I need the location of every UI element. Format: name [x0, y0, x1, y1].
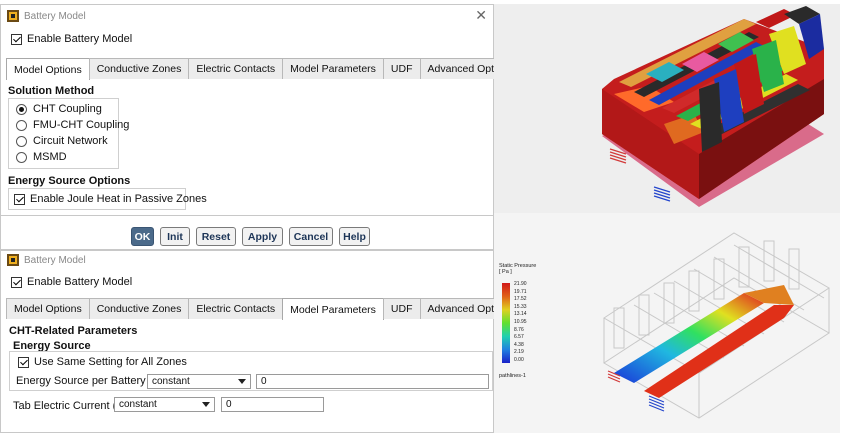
enable-battery-model-label: Enable Battery Model [27, 33, 133, 45]
tab-electric-contacts[interactable]: Electric Contacts [188, 58, 284, 79]
solution-method-heading: Solution Method [8, 85, 95, 97]
energy-per-battery-input[interactable]: 0 [256, 374, 489, 389]
radio-msmd[interactable]: MSMD [16, 151, 67, 163]
dialog-titlebar: Battery Model ✕ [1, 5, 493, 27]
energy-per-battery-label: Energy Source per Battery (W) [16, 375, 167, 387]
reset-button[interactable]: Reset [196, 227, 236, 246]
battery-pack-render [494, 4, 840, 213]
legend-value: 8.76 [514, 326, 524, 333]
radio-icon[interactable] [16, 103, 27, 115]
tab-model-parameters[interactable]: Model Parameters [282, 58, 384, 79]
radio-label: FMU-CHT Coupling [33, 119, 130, 131]
legend-value: 4.38 [514, 341, 524, 348]
pathlines-geometry [494, 213, 840, 433]
same-setting-label: Use Same Setting for All Zones [34, 356, 187, 368]
radio-label: Circuit Network [33, 135, 108, 147]
legend-title: Static Pressure [ Pa ] [499, 263, 536, 275]
checkbox-icon[interactable] [14, 193, 25, 205]
legend-colorbar [502, 283, 510, 363]
enable-battery-model-checkbox[interactable]: Enable Battery Model [11, 33, 132, 45]
same-setting-checkbox[interactable]: Use Same Setting for All Zones [18, 356, 187, 368]
tab-current-label: Tab Electric Current (A) [13, 400, 128, 412]
energy-source-options-heading: Energy Source Options [8, 175, 131, 187]
battery-model-dialog-main: Battery Model ✕ Enable Battery Model Mod… [0, 4, 522, 250]
app-icon [7, 254, 19, 266]
dialog-titlebar: Battery Model [1, 252, 493, 268]
legend-value: 21.90 [514, 281, 527, 287]
tab-model-options[interactable]: Model Options [6, 58, 90, 80]
legend-value: 15.33 [514, 303, 527, 310]
divider [1, 215, 493, 216]
screenshot-root: Battery Model ✕ Enable Battery Model Mod… [0, 0, 841, 435]
tab-udf[interactable]: UDF [382, 58, 421, 79]
cancel-button[interactable]: Cancel [289, 227, 333, 246]
checkbox-icon[interactable] [18, 356, 29, 368]
legend-value: 17.52 [514, 296, 527, 303]
battery-pack-geometry [494, 4, 840, 213]
tab-bar: Model Options Conductive Zones Electric … [6, 58, 522, 80]
radio-label: CHT Coupling [33, 103, 102, 115]
close-icon[interactable]: ✕ [475, 8, 487, 22]
legend-value: 2.19 [514, 349, 524, 356]
radio-label: MSMD [33, 151, 67, 163]
dialog-title: Battery Model [24, 10, 86, 22]
enable-battery-model-checkbox[interactable]: Enable Battery Model [11, 276, 132, 288]
battery-model-dialog-parameters: Battery Model Enable Battery Model Model… [0, 250, 522, 433]
energy-source-options-group: Enable Joule Heat in Passive Zones [8, 188, 207, 210]
chevron-down-icon [238, 379, 246, 384]
cht-parameters-heading: CHT-Related Parameters [9, 325, 138, 337]
app-icon [7, 10, 19, 22]
solution-method-group: CHT Coupling FMU-CHT Coupling Circuit Ne… [8, 98, 129, 169]
apply-button[interactable]: Apply [242, 227, 283, 246]
legend-value: 6.57 [514, 334, 524, 341]
legend-value: 13.14 [514, 311, 527, 318]
checkbox-icon[interactable] [11, 33, 22, 45]
legend-title-line2: [ Pa ] [499, 269, 512, 275]
select-value: constant [152, 376, 190, 387]
dialog-title: Battery Model [24, 254, 86, 266]
radio-fmu-cht-coupling[interactable]: FMU-CHT Coupling [16, 119, 129, 131]
legend-footer: pathlines-1 [499, 373, 526, 379]
legend-value: 0.00 [514, 356, 524, 363]
radio-icon[interactable] [16, 119, 27, 131]
energy-source-group: Use Same Setting for All Zones Energy So… [9, 351, 493, 391]
energy-per-battery-select[interactable]: constant [147, 374, 251, 389]
init-button[interactable]: Init [160, 227, 190, 246]
legend-values: 21.90 19.71 17.52 15.33 13.14 10.95 8.76… [514, 281, 527, 365]
radio-icon[interactable] [16, 151, 27, 163]
ok-button[interactable]: OK [131, 227, 154, 246]
joule-heat-label: Enable Joule Heat in Passive Zones [30, 193, 207, 205]
select-value: constant [119, 399, 157, 410]
radio-cht-coupling[interactable]: CHT Coupling [16, 103, 102, 115]
help-button[interactable]: Help [339, 227, 370, 246]
legend-value: 10.95 [514, 318, 527, 325]
checkbox-icon[interactable] [11, 276, 22, 288]
tab-model-options[interactable]: Model Options [6, 298, 90, 319]
tab-udf[interactable]: UDF [382, 298, 421, 319]
radio-icon[interactable] [16, 135, 27, 147]
radio-circuit-network[interactable]: Circuit Network [16, 135, 108, 147]
pathlines-render: Static Pressure [ Pa ] 21.90 19.71 17.52… [494, 213, 840, 433]
legend-value: 19.71 [514, 288, 527, 295]
tab-electric-contacts[interactable]: Electric Contacts [188, 298, 284, 319]
joule-heat-checkbox[interactable]: Enable Joule Heat in Passive Zones [14, 193, 207, 205]
tab-model-parameters[interactable]: Model Parameters [282, 298, 384, 320]
tab-current-select[interactable]: constant [114, 397, 215, 412]
tab-conductive-zones[interactable]: Conductive Zones [88, 298, 190, 319]
tab-current-input[interactable]: 0 [221, 397, 324, 412]
tab-conductive-zones[interactable]: Conductive Zones [88, 58, 190, 79]
chevron-down-icon [202, 402, 210, 407]
tab-bar: Model Options Conductive Zones Electric … [6, 298, 522, 320]
enable-battery-model-label: Enable Battery Model [27, 276, 133, 288]
